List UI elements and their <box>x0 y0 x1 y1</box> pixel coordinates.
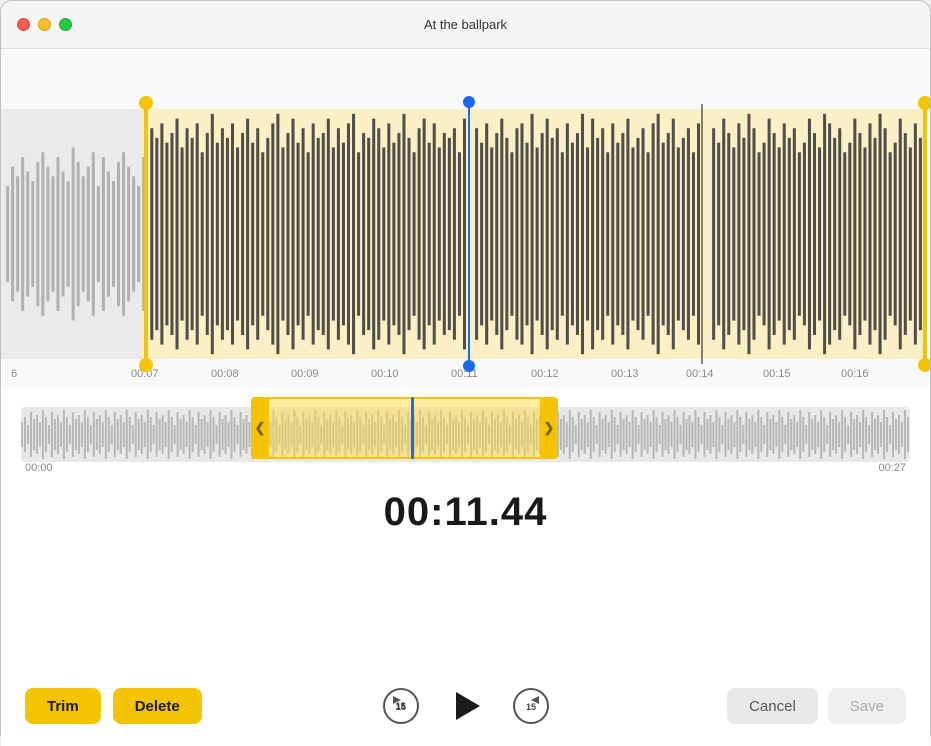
time-display: 00:11.44 <box>1 477 930 547</box>
rewind-circle: 15 15 <box>383 688 419 724</box>
ff-circle: 15 <box>513 688 549 724</box>
play-icon <box>456 692 480 720</box>
title-bar: At the ballpark <box>1 1 930 49</box>
current-time: 00:11.44 <box>384 490 548 535</box>
mini-playhead <box>411 397 414 459</box>
main-content: 6 00:07 00:08 00:09 00:10 00:11 00:12 00… <box>1 49 930 746</box>
minimize-button[interactable] <box>38 18 51 31</box>
right-action-buttons: Cancel Save <box>727 688 906 724</box>
waveform-svg <box>1 109 930 359</box>
playhead[interactable] <box>468 104 470 364</box>
ff-svg: 15 <box>513 688 549 724</box>
cancel-button[interactable]: Cancel <box>727 688 818 724</box>
fast-forward-button[interactable]: 15 <box>512 687 550 725</box>
time-label-12: 00:12 <box>531 368 559 380</box>
mini-end-label: 00:27 <box>878 462 906 477</box>
chapter-marker <box>701 104 703 364</box>
time-label-10: 00:10 <box>371 368 399 380</box>
time-label-9: 00:09 <box>291 368 319 380</box>
rewind-button[interactable]: 15 15 <box>382 687 420 725</box>
mini-waveform-strip[interactable]: // We'll use inline generation via CSS b… <box>21 397 910 477</box>
window-title: At the ballpark <box>424 17 507 32</box>
delete-button[interactable]: Delete <box>113 688 202 724</box>
time-label-15: 00:15 <box>763 368 791 380</box>
trim-button[interactable]: Trim <box>25 688 101 724</box>
play-button[interactable] <box>444 684 488 728</box>
close-button[interactable] <box>17 18 30 31</box>
left-action-buttons: Trim Delete <box>25 688 202 724</box>
bottom-controls: Trim Delete 15 15 <box>1 666 930 746</box>
time-label-8: 00:08 <box>211 368 239 380</box>
trim-handle-left[interactable] <box>144 104 148 364</box>
mini-waveform-svg: // We'll use inline generation via CSS b… <box>21 407 910 462</box>
mini-trim-handle-right[interactable]: ❯ <box>540 397 558 459</box>
time-label-13: 00:13 <box>611 368 639 380</box>
mini-start-label: 00:00 <box>25 462 53 477</box>
waveform-canvas <box>1 109 930 359</box>
playback-controls: 15 15 15 <box>382 684 550 728</box>
rewind-svg: 15 <box>383 688 419 724</box>
mini-timeline-labels: 00:00 00:27 <box>21 462 910 477</box>
trim-handle-right[interactable] <box>923 104 927 364</box>
time-label-14: 00:14 <box>686 368 714 380</box>
traffic-lights <box>17 18 72 31</box>
mini-waveform-bg: // We'll use inline generation via CSS b… <box>21 407 910 462</box>
main-waveform-area[interactable]: 6 00:07 00:08 00:09 00:10 00:11 00:12 00… <box>1 49 930 389</box>
maximize-button[interactable] <box>59 18 72 31</box>
svg-text:15: 15 <box>525 702 535 712</box>
time-label-16: 00:16 <box>841 368 869 380</box>
mini-trim-handle-left[interactable]: ❮ <box>251 397 269 459</box>
save-button[interactable]: Save <box>828 688 906 724</box>
time-label-6: 6 <box>11 368 17 380</box>
svg-text:15: 15 <box>395 702 405 712</box>
